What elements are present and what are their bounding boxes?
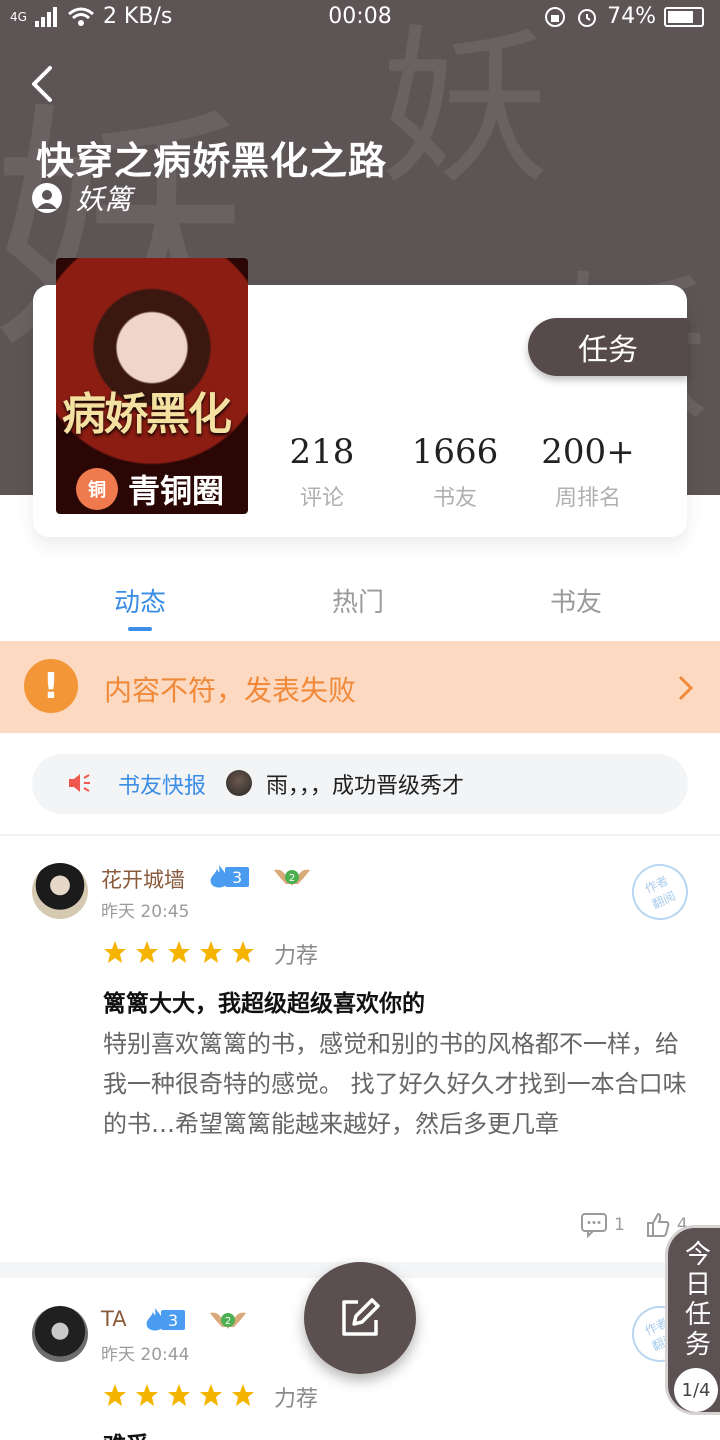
tier-label: 青铜圈 — [128, 472, 225, 510]
post-actions: 1 4 — [580, 1212, 688, 1238]
user-icon — [32, 183, 62, 213]
star-icon — [136, 1384, 158, 1406]
avatar[interactable] — [32, 863, 88, 919]
back-arrow-icon[interactable] — [26, 62, 66, 106]
error-banner[interactable]: ! 内容不符，发表失败 — [0, 641, 720, 733]
star-icon — [168, 1384, 190, 1406]
avatar — [226, 770, 252, 796]
stat-value: 200+ — [541, 432, 635, 472]
tab-indicator — [128, 627, 152, 631]
cover-title-art: 病娇黑化 — [62, 389, 232, 440]
star-icon — [104, 1384, 126, 1406]
daily-task-label: 今日任务 — [684, 1240, 711, 1360]
stat-label: 书友 — [432, 486, 477, 511]
author-name: 妖篱 — [76, 183, 133, 216]
status-bar: 4G 2 KB/s 00:08 74% — [0, 0, 720, 34]
stat-label: 周排名 — [554, 486, 621, 511]
daily-task-tab[interactable]: 今日任务 1/4 — [665, 1225, 720, 1415]
wing-badge-icon: 2 — [208, 1307, 248, 1333]
stat-comments[interactable]: 218 评论 — [257, 432, 387, 512]
reader-news-bar[interactable]: 书友快报 雨，，，成功晋级秀才 — [32, 754, 688, 814]
daily-task-progress: 1/4 — [674, 1368, 718, 1412]
post-title: 难受 — [103, 1426, 149, 1440]
badge-level-number: 2 — [289, 873, 295, 884]
stat-weekly-rank[interactable]: 200+ 周排名 — [523, 432, 653, 512]
star-icon — [104, 941, 126, 963]
book-title: 快穿之病娇黑化之路 — [36, 139, 388, 183]
rating-label: 力荐 — [274, 1387, 319, 1412]
like-icon[interactable] — [645, 1212, 671, 1238]
star-icon — [232, 1384, 254, 1406]
compose-button[interactable] — [304, 1262, 416, 1374]
edit-icon — [342, 1298, 380, 1336]
news-text: 雨，，，成功晋级秀才 — [266, 774, 465, 799]
avatar[interactable] — [32, 1306, 88, 1362]
fan-level-badge: 3 — [143, 1308, 186, 1331]
stat-readers[interactable]: 1666 书友 — [390, 432, 520, 512]
bronze-tier-icon: 铜 — [76, 468, 118, 510]
comment-icon[interactable] — [580, 1212, 608, 1238]
username[interactable]: 花开城墙 — [101, 864, 185, 894]
level-number: 3 — [161, 1310, 186, 1330]
divider — [0, 834, 720, 836]
post-title: 篱篱大大，我超级超级喜欢你的 — [103, 991, 425, 1017]
author-row[interactable]: 妖篱 — [32, 178, 132, 218]
error-message: 内容不符，发表失败 — [104, 674, 357, 707]
rating-stars — [103, 940, 255, 964]
rating-label: 力荐 — [274, 944, 319, 969]
badge-level-number: 2 — [225, 1316, 231, 1327]
post-time: 昨天 20:45 — [101, 902, 190, 922]
speaker-icon — [69, 774, 90, 792]
tab-readers[interactable]: 书友 — [550, 582, 602, 619]
book-cover[interactable]: 病娇黑化 铜 青铜圈 — [56, 258, 248, 514]
tab-hot[interactable]: 热门 — [332, 582, 384, 619]
stat-value: 218 — [289, 432, 355, 472]
post-time: 昨天 20:44 — [101, 1345, 190, 1365]
chevron-right-icon — [678, 675, 694, 701]
wing-badge-icon: 2 — [272, 864, 312, 890]
rating-stars — [103, 1383, 255, 1407]
news-label: 书友快报 — [118, 774, 207, 799]
level-number: 3 — [225, 867, 250, 887]
author-read-stamp: 作者 翻阅 — [622, 854, 698, 930]
star-icon — [232, 941, 254, 963]
star-icon — [168, 941, 190, 963]
username[interactable]: TA — [101, 1307, 127, 1331]
alarm-icon — [578, 8, 597, 27]
star-icon — [200, 941, 222, 963]
fan-level-badge: 3 — [207, 865, 250, 888]
tier-badge: 铜 青铜圈 — [76, 466, 224, 512]
task-button[interactable]: 任务 — [528, 318, 688, 376]
tab-feed[interactable]: 动态 — [114, 582, 166, 619]
star-icon — [200, 1384, 222, 1406]
stat-value: 1666 — [411, 432, 499, 472]
warning-icon: ! — [24, 659, 78, 713]
battery-percent: 74% — [607, 4, 656, 29]
rotation-lock-icon — [545, 6, 566, 27]
comment-count: 1 — [614, 1215, 625, 1235]
battery-icon — [664, 6, 704, 27]
star-icon — [136, 941, 158, 963]
post-body: 特别喜欢篱篱的书，感觉和别的书的风格都不一样，给我一种很奇特的感觉。 找了好久好… — [103, 1030, 687, 1138]
stat-label: 评论 — [299, 486, 344, 511]
